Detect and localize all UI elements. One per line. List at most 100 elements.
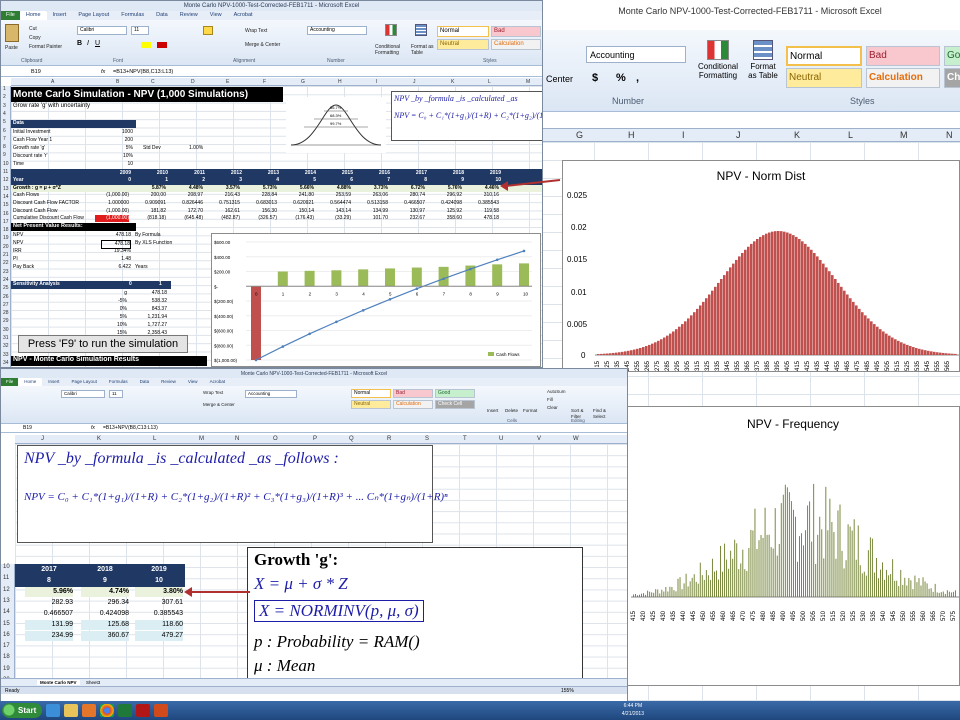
row-number[interactable]: 1: [3, 86, 6, 92]
row-number[interactable]: 31: [3, 335, 9, 341]
italic-button[interactable]: I: [87, 40, 89, 47]
wrap-text-button[interactable]: Wrap Text: [203, 390, 223, 396]
row-number[interactable]: 27: [3, 302, 9, 308]
row-number[interactable]: 26: [3, 294, 9, 300]
row-number[interactable]: 19: [3, 666, 10, 672]
tab-view[interactable]: View: [182, 378, 204, 386]
media-icon[interactable]: [82, 704, 97, 717]
row-number[interactable]: 5: [3, 119, 6, 125]
style-normal[interactable]: Normal: [786, 46, 862, 66]
start-button[interactable]: Start: [2, 703, 43, 718]
style-check-cell[interactable]: Check Cell: [435, 400, 475, 409]
conditional-formatting-button[interactable]: Conditional Formatting: [375, 44, 411, 56]
row-number[interactable]: 23: [3, 269, 9, 275]
fill-button[interactable]: Fill: [547, 397, 553, 403]
font-size-select[interactable]: 11: [131, 26, 149, 35]
cash-flow-chart[interactable]: $600.00 $400.00 $200.00 $- $(200.00) $(400.00…: [211, 233, 541, 367]
zoom-level[interactable]: 155%: [561, 687, 574, 695]
row-number[interactable]: 7: [3, 136, 6, 142]
conditional-formatting-icon[interactable]: [385, 24, 397, 36]
folder-icon[interactable]: [64, 704, 79, 717]
fill-color-icon[interactable]: [141, 42, 151, 48]
percent-button[interactable]: %: [616, 72, 626, 84]
tab-home[interactable]: Home: [18, 378, 43, 386]
row-number[interactable]: 17: [3, 643, 10, 649]
tab-page-layout[interactable]: Page Layout: [72, 11, 115, 20]
tab-review[interactable]: Review: [155, 378, 182, 386]
chrome-icon[interactable]: [100, 704, 115, 717]
tab-page-layout[interactable]: Page Layout: [66, 378, 103, 386]
row-number[interactable]: 16: [3, 632, 10, 638]
row-number[interactable]: 24: [3, 277, 9, 283]
run-simulation-button[interactable]: Press 'F9' to run the simulation: [18, 335, 188, 353]
currency-button[interactable]: $: [592, 72, 598, 84]
row-number[interactable]: 18: [3, 227, 9, 233]
cut-button[interactable]: Cut: [29, 26, 37, 32]
style-calculation[interactable]: Calculation: [491, 39, 541, 50]
row-number[interactable]: 29: [3, 318, 9, 324]
row-number[interactable]: 15: [3, 202, 9, 208]
row-number[interactable]: 8: [3, 144, 6, 150]
row-number[interactable]: 4: [3, 111, 6, 117]
row-number[interactable]: 15: [3, 621, 10, 627]
conditional-formatting-button[interactable]: Conditional Formatting: [692, 40, 744, 92]
row-number[interactable]: 20: [3, 244, 9, 250]
row-number[interactable]: 14: [3, 609, 10, 615]
row-number[interactable]: 21: [3, 252, 9, 258]
merge-center-button[interactable]: Merge & Center: [245, 42, 280, 48]
number-format-select[interactable]: Accounting: [245, 390, 297, 398]
bold-button[interactable]: B: [77, 40, 82, 47]
underline-button[interactable]: U: [95, 40, 100, 47]
style-neutral[interactable]: Neutral: [786, 68, 862, 88]
row-number[interactable]: 3: [3, 103, 6, 109]
norm-dist-chart[interactable]: NPV - Norm Dist 0.025 0.02 0.015 0.01 0.…: [562, 160, 960, 372]
style-normal[interactable]: Normal: [437, 26, 489, 37]
row-number[interactable]: 22: [3, 260, 9, 266]
row-number[interactable]: 10: [3, 564, 10, 570]
find-select-button[interactable]: Find & Select: [593, 408, 615, 420]
tab-data[interactable]: Data: [150, 11, 174, 20]
ie-icon[interactable]: [46, 704, 61, 717]
format-as-table-button[interactable]: Format as Table: [411, 44, 439, 56]
table-icon[interactable]: [415, 24, 427, 36]
autosum-button[interactable]: AutoSum: [547, 389, 566, 395]
formula-input[interactable]: =B13+NPV(B8,C13:L13): [103, 424, 158, 433]
highlight-icon[interactable]: [203, 26, 213, 35]
tab-formulas[interactable]: Formulas: [115, 11, 150, 20]
clear-button[interactable]: Clear: [547, 405, 558, 411]
row-number[interactable]: 6: [3, 128, 6, 134]
paste-icon[interactable]: [5, 24, 19, 42]
excel-icon[interactable]: [118, 704, 133, 717]
style-neutral[interactable]: Neutral: [437, 39, 489, 50]
tab-home[interactable]: Home: [19, 11, 47, 20]
tab-file[interactable]: File: [1, 378, 19, 386]
comma-button[interactable]: ,: [636, 72, 639, 84]
delete-button[interactable]: Delete: [505, 408, 518, 414]
row-number[interactable]: 33: [3, 352, 9, 358]
style-good[interactable]: Go: [944, 46, 960, 66]
insert-button[interactable]: Insert: [487, 408, 498, 414]
row-number[interactable]: 2: [3, 94, 6, 100]
sheet-tab-monte-carlo[interactable]: Monte Carlo NPV: [37, 680, 80, 685]
wrap-text-button[interactable]: Wrap Text: [245, 28, 267, 34]
row-number[interactable]: 12: [3, 177, 9, 183]
font-color-icon[interactable]: [157, 42, 167, 48]
sheet-tab-sheet3[interactable]: Sheet3: [83, 680, 103, 685]
row-number[interactable]: 18: [3, 654, 10, 660]
row-number[interactable]: 25: [3, 285, 9, 291]
row-number[interactable]: 19: [3, 235, 9, 241]
tab-review[interactable]: Review: [174, 11, 204, 20]
format-as-table-button[interactable]: Format as Table: [746, 40, 780, 92]
name-box[interactable]: B19: [31, 67, 41, 77]
font-select[interactable]: Calibri: [61, 390, 105, 398]
frequency-chart[interactable]: NPV - Frequency 415 420 425 430 435 440 445 450…: [626, 406, 960, 686]
merge-center-button[interactable]: Merge & Center: [203, 402, 235, 408]
row-number[interactable]: 34: [3, 360, 9, 366]
style-bad[interactable]: Bad: [491, 26, 541, 37]
style-bad[interactable]: Bad: [866, 46, 940, 66]
style-check[interactable]: Ch: [944, 68, 960, 88]
row-number[interactable]: 32: [3, 343, 9, 349]
tab-view[interactable]: View: [204, 11, 228, 20]
row-number[interactable]: 14: [3, 194, 9, 200]
tab-insert[interactable]: Insert: [42, 378, 65, 386]
